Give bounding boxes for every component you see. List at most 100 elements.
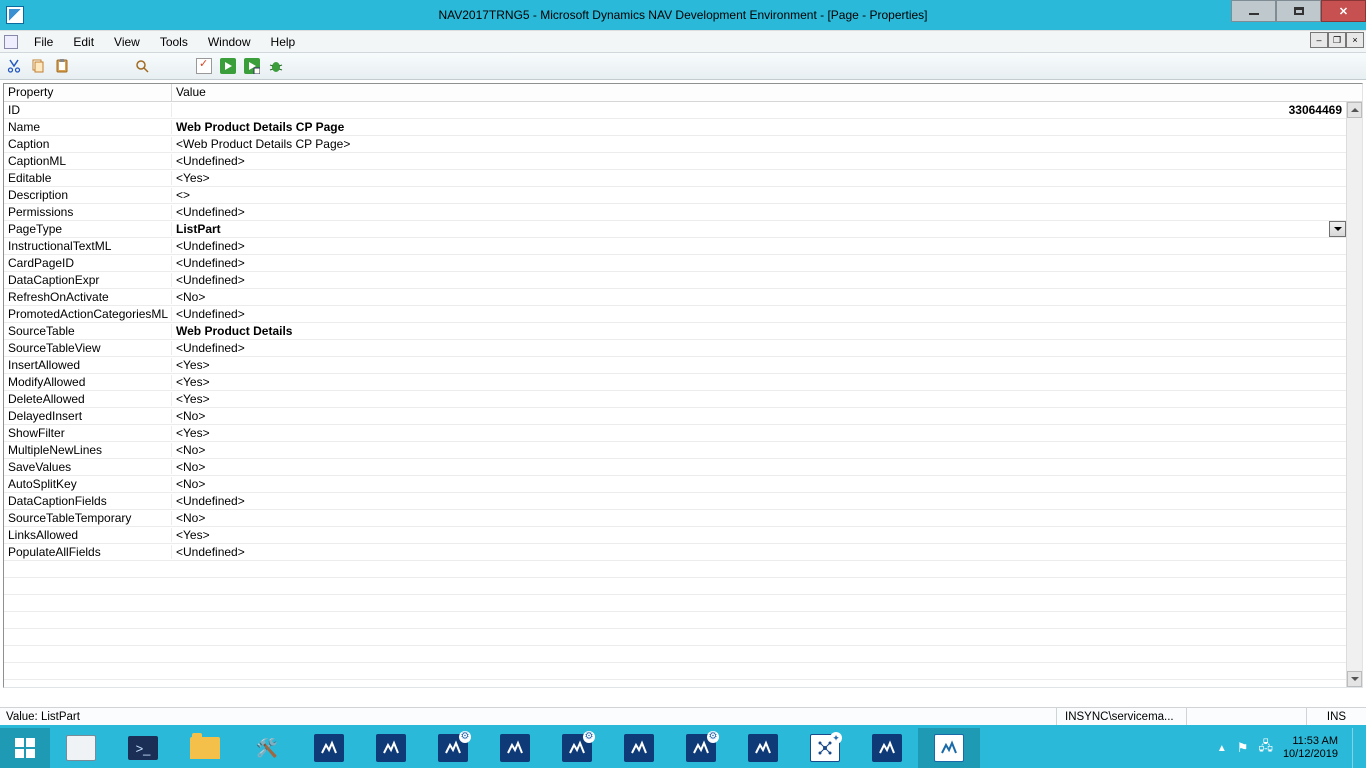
property-row[interactable]: SourceTableView<Undefined>: [4, 340, 1346, 357]
property-value-input[interactable]: [172, 221, 1346, 237]
property-row-empty[interactable]: [4, 612, 1346, 629]
property-row[interactable]: Permissions<Undefined>: [4, 204, 1346, 221]
property-row-empty[interactable]: [4, 578, 1346, 595]
property-value[interactable]: <Undefined>: [172, 341, 1346, 355]
minimize-button[interactable]: [1231, 0, 1276, 22]
menu-file[interactable]: File: [24, 33, 63, 51]
property-row[interactable]: CardPageID<Undefined>: [4, 255, 1346, 272]
taskbar-nav-4[interactable]: [608, 728, 670, 768]
property-row[interactable]: CaptionML<Undefined>: [4, 153, 1346, 170]
mdi-close-button[interactable]: ×: [1346, 32, 1364, 48]
property-row[interactable]: DelayedInsert<No>: [4, 408, 1346, 425]
property-value[interactable]: <Undefined>: [172, 154, 1346, 168]
property-value[interactable]: <Yes>: [172, 375, 1346, 389]
property-value[interactable]: <Undefined>: [172, 239, 1346, 253]
column-header-value[interactable]: Value: [172, 84, 1362, 101]
taskbar-tools[interactable]: 🛠️: [236, 728, 298, 768]
property-row[interactable]: InsertAllowed<Yes>: [4, 357, 1346, 374]
taskbar-nav-2[interactable]: [360, 728, 422, 768]
mdi-minimize-button[interactable]: –: [1310, 32, 1328, 48]
property-row-empty[interactable]: [4, 595, 1346, 612]
property-row[interactable]: MultipleNewLines<No>: [4, 442, 1346, 459]
run-icon[interactable]: [220, 58, 236, 74]
property-value[interactable]: <Web Product Details CP Page>: [172, 137, 1346, 151]
show-desktop-button[interactable]: [1352, 728, 1360, 768]
taskbar-nav-3[interactable]: [484, 728, 546, 768]
property-value[interactable]: Web Product Details CP Page: [172, 120, 1346, 134]
menu-tools[interactable]: Tools: [150, 33, 198, 51]
property-row-empty[interactable]: [4, 663, 1346, 680]
property-value[interactable]: 33064469: [172, 103, 1346, 117]
property-row[interactable]: RefreshOnActivate<No>: [4, 289, 1346, 306]
property-row[interactable]: AutoSplitKey<No>: [4, 476, 1346, 493]
taskbar-nav-admin-2[interactable]: [546, 728, 608, 768]
property-row[interactable]: PopulateAllFields<Undefined>: [4, 544, 1346, 561]
property-row[interactable]: ModifyAllowed<Yes>: [4, 374, 1346, 391]
taskbar-nav-admin-1[interactable]: [422, 728, 484, 768]
property-row-empty[interactable]: [4, 629, 1346, 646]
menu-view[interactable]: View: [104, 33, 150, 51]
property-value[interactable]: <No>: [172, 409, 1346, 423]
scroll-up-button[interactable]: [1347, 102, 1362, 118]
property-row[interactable]: DataCaptionExpr<Undefined>: [4, 272, 1346, 289]
cut-icon[interactable]: [6, 58, 22, 74]
property-row[interactable]: SourceTableTemporary<No>: [4, 510, 1346, 527]
property-value[interactable]: <No>: [172, 460, 1346, 474]
copy-icon[interactable]: [30, 58, 46, 74]
taskbar-nav-6[interactable]: [856, 728, 918, 768]
taskbar-nav-1[interactable]: [298, 728, 360, 768]
run-with-icon[interactable]: [244, 58, 260, 74]
property-value[interactable]: <Yes>: [172, 392, 1346, 406]
paste-icon[interactable]: [54, 58, 70, 74]
close-button[interactable]: ✕: [1321, 0, 1366, 22]
menu-window[interactable]: Window: [198, 33, 261, 51]
property-row-empty[interactable]: [4, 561, 1346, 578]
taskbar-explorer[interactable]: [174, 728, 236, 768]
scroll-down-button[interactable]: [1347, 671, 1362, 687]
property-value[interactable]: <Undefined>: [172, 494, 1346, 508]
start-button[interactable]: [0, 728, 50, 768]
property-row[interactable]: Caption<Web Product Details CP Page>: [4, 136, 1346, 153]
property-value[interactable]: <Yes>: [172, 528, 1346, 542]
property-row[interactable]: PageType: [4, 221, 1346, 238]
search-icon[interactable]: [134, 58, 150, 74]
property-row[interactable]: SaveValues<No>: [4, 459, 1346, 476]
property-row[interactable]: LinksAllowed<Yes>: [4, 527, 1346, 544]
property-row[interactable]: ID33064469: [4, 102, 1346, 119]
compile-icon[interactable]: [196, 58, 212, 74]
property-value[interactable]: <Undefined>: [172, 545, 1346, 559]
property-row[interactable]: Description<>: [4, 187, 1346, 204]
property-row[interactable]: SourceTableWeb Product Details: [4, 323, 1346, 340]
tray-flag-icon[interactable]: ⚑: [1237, 740, 1249, 756]
taskbar-powershell[interactable]: >_: [112, 728, 174, 768]
maximize-button[interactable]: [1276, 0, 1321, 22]
property-row[interactable]: ShowFilter<Yes>: [4, 425, 1346, 442]
property-row[interactable]: DeleteAllowed<Yes>: [4, 391, 1346, 408]
mdi-restore-button[interactable]: ❐: [1328, 32, 1346, 48]
property-row-empty[interactable]: [4, 646, 1346, 663]
property-row[interactable]: PromotedActionCategoriesML<Undefined>: [4, 306, 1346, 323]
property-row[interactable]: InstructionalTextML<Undefined>: [4, 238, 1346, 255]
property-value[interactable]: <Yes>: [172, 426, 1346, 440]
tray-clock[interactable]: 11:53 AM 10/12/2019: [1283, 735, 1338, 761]
property-value[interactable]: <Undefined>: [172, 256, 1346, 270]
property-value[interactable]: <Yes>: [172, 358, 1346, 372]
property-value[interactable]: <No>: [172, 443, 1346, 457]
column-header-property[interactable]: Property: [4, 84, 172, 101]
debugger-icon[interactable]: [268, 58, 284, 74]
property-value[interactable]: <Yes>: [172, 171, 1346, 185]
system-menu-icon[interactable]: [4, 35, 18, 49]
taskbar-nav-admin-3[interactable]: [670, 728, 732, 768]
tray-show-hidden-icon[interactable]: ▲: [1217, 743, 1227, 754]
tray-network-icon[interactable]: 🖧: [1258, 737, 1273, 759]
property-row[interactable]: Editable<Yes>: [4, 170, 1346, 187]
property-value[interactable]: <No>: [172, 477, 1346, 491]
property-value[interactable]: <>: [172, 188, 1346, 202]
menu-edit[interactable]: Edit: [63, 33, 104, 51]
property-value[interactable]: Web Product Details: [172, 324, 1346, 338]
property-value[interactable]: <No>: [172, 290, 1346, 304]
dropdown-button[interactable]: [1329, 221, 1346, 237]
property-value[interactable]: <Undefined>: [172, 273, 1346, 287]
vertical-scrollbar[interactable]: [1346, 102, 1362, 687]
property-row[interactable]: DataCaptionFields<Undefined>: [4, 493, 1346, 510]
